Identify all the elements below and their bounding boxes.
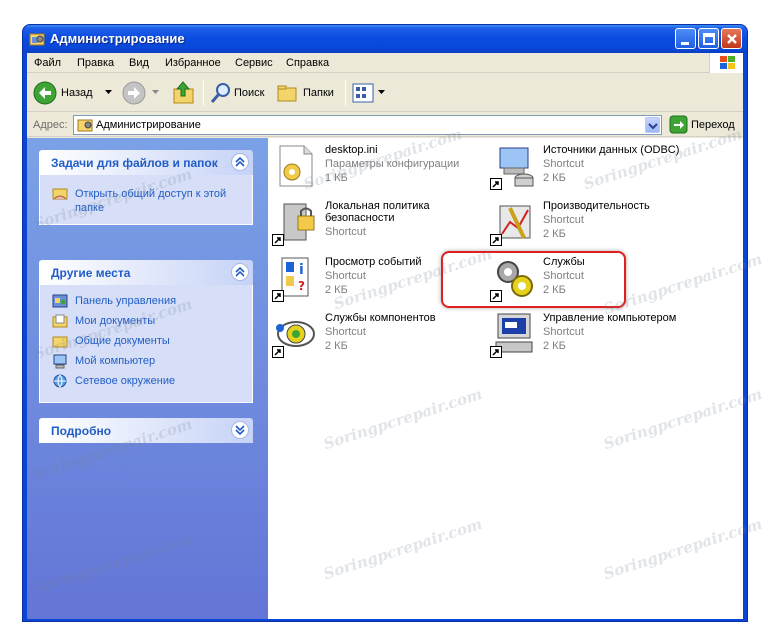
- ini-file-icon: [279, 145, 313, 187]
- address-label: Адрес:: [33, 119, 68, 131]
- file-local-security-policy[interactable]: Локальная политика безопасности Shortcut: [272, 198, 482, 250]
- shortcut-arrow-icon: [272, 234, 284, 246]
- shared-documents-icon: [52, 336, 68, 348]
- shortcut-arrow-icon: [272, 290, 284, 302]
- toolbar-separator: [203, 80, 204, 106]
- file-computer-management[interactable]: Управление компьютером Shortcut 2 КБ: [490, 310, 700, 362]
- panel-header[interactable]: Другие места: [39, 260, 253, 285]
- file-odbc[interactable]: Источники данных (ODBC) Shortcut 2 КБ: [490, 142, 700, 194]
- menu-tools[interactable]: Сервис: [235, 57, 273, 69]
- task-pane: Задачи для файлов и папок Открыть общий …: [27, 138, 268, 619]
- up-folder-icon: [173, 81, 194, 104]
- chevron-up-icon: [235, 266, 245, 277]
- minimize-button[interactable]: [675, 28, 696, 49]
- admin-tools-icon: [77, 119, 93, 132]
- file-list: desktop.ini Параметры конфигурации 1 КБ …: [268, 138, 743, 619]
- address-bar: Адрес: Администрирование Переход: [27, 113, 743, 137]
- admin-tools-icon: [29, 31, 45, 47]
- collapse-button[interactable]: [231, 263, 249, 281]
- panel-body: Открыть общий доступ к этой папке: [39, 175, 253, 225]
- share-folder-icon: [52, 188, 68, 200]
- address-dropdown-button[interactable]: [645, 117, 660, 133]
- shortcut-arrow-icon: [490, 234, 502, 246]
- folders-icon: [277, 85, 297, 102]
- back-button[interactable]: Назад: [33, 80, 113, 106]
- chevron-down-icon: [152, 90, 159, 94]
- forward-button[interactable]: [122, 80, 162, 106]
- file-desktop-ini[interactable]: desktop.ini Параметры конфигурации 1 КБ: [272, 142, 482, 194]
- maximize-button[interactable]: [698, 28, 719, 49]
- chevron-down-icon: [378, 90, 385, 94]
- panel-header[interactable]: Задачи для файлов и папок: [39, 150, 253, 175]
- task-share-folder[interactable]: Открыть общий доступ к этой папке: [52, 185, 242, 217]
- address-input[interactable]: Администрирование: [73, 115, 662, 135]
- menu-file[interactable]: Файл: [34, 57, 61, 69]
- expand-button[interactable]: [231, 421, 249, 439]
- up-folder-button[interactable]: [172, 80, 198, 106]
- back-arrow-icon: [33, 81, 57, 105]
- forward-arrow-icon: [122, 81, 146, 105]
- toolbar-separator: [345, 80, 346, 106]
- go-arrow-icon: [669, 115, 688, 134]
- window-client: Файл Правка Вид Избранное Сервис Справка…: [27, 53, 743, 619]
- search-button[interactable]: Поиск: [209, 80, 269, 106]
- shortcut-arrow-icon: [272, 346, 284, 358]
- panel-body: Панель управления Мои документы Общие до…: [39, 285, 253, 403]
- chevron-down-icon: [648, 123, 658, 130]
- chevron-down-icon: [105, 90, 112, 94]
- menu-bar: Файл Правка Вид Избранное Сервис Справка: [27, 53, 743, 73]
- panel-header[interactable]: Подробно: [39, 418, 253, 443]
- svg-text:?: ?: [298, 279, 305, 293]
- menu-view[interactable]: Вид: [129, 57, 149, 69]
- network-icon: [53, 374, 67, 388]
- go-button[interactable]: Переход: [669, 115, 741, 135]
- collapse-button[interactable]: [231, 153, 249, 171]
- menu-favorites[interactable]: Избранное: [165, 57, 221, 69]
- my-documents-icon: [52, 314, 68, 328]
- shortcut-arrow-icon: [490, 178, 502, 190]
- file-performance[interactable]: Производительность Shortcut 2 КБ: [490, 198, 700, 250]
- control-panel-icon: [52, 294, 68, 308]
- menu-help[interactable]: Справка: [286, 57, 329, 69]
- windows-logo-icon: [709, 53, 743, 73]
- views-button[interactable]: [351, 80, 387, 106]
- services-highlight-frame: [441, 251, 626, 308]
- folders-button[interactable]: Папки: [275, 80, 341, 106]
- my-computer-icon: [53, 354, 67, 369]
- file-component-services[interactable]: Службы компонентов Shortcut 2 КБ: [272, 310, 482, 362]
- close-button[interactable]: [721, 28, 742, 49]
- search-icon: [210, 83, 230, 103]
- views-icon: [352, 83, 374, 103]
- svg-text:i: i: [299, 262, 304, 278]
- shortcut-arrow-icon: [490, 346, 502, 358]
- chevron-up-icon: [235, 156, 245, 167]
- chevron-down-icon: [235, 425, 245, 436]
- menu-edit[interactable]: Правка: [77, 57, 114, 69]
- window-title: Администрирование: [50, 31, 185, 46]
- toolbar: Назад Поиск Папки: [27, 74, 743, 112]
- title-bar[interactable]: Администрирование: [23, 25, 747, 53]
- explorer-window: Администрирование Файл Правка Вид Избран…: [22, 24, 748, 622]
